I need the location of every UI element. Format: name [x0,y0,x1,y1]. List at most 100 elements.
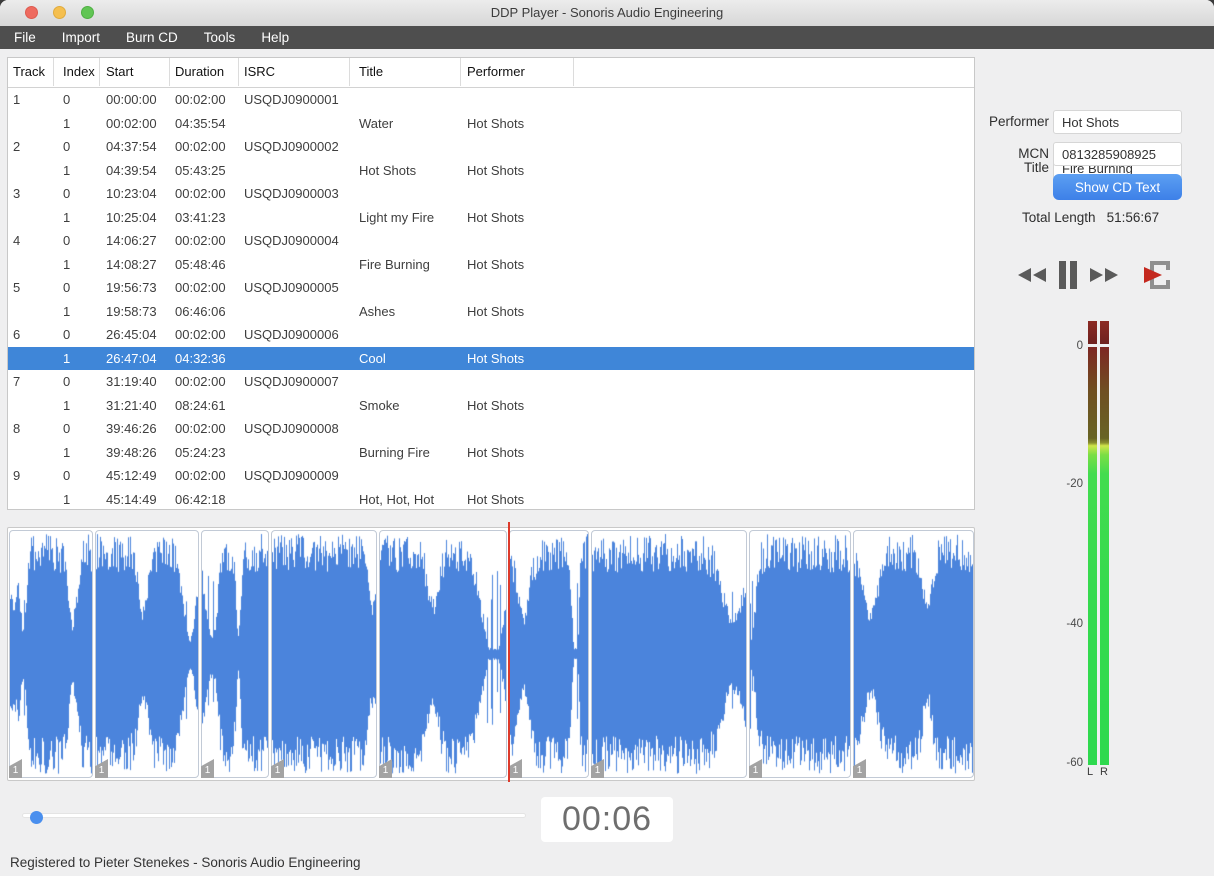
cell-track: 6 [13,327,21,342]
cell-start: 19:58:73 [106,303,157,319]
title-label: Title [1023,160,1049,175]
cell-isrc: USQDJ0900001 [244,92,339,107]
cell-duration: 00:02:00 [175,421,226,436]
cell-performer: Hot Shots [467,256,525,272]
cell-performer: Hot Shots [467,350,525,366]
menubar: File Import Burn CD Tools Help [0,26,1214,49]
cell-duration: 05:24:23 [175,444,226,460]
table-row[interactable]: 5 0 19:56:73 00:02:00 USQDJ0900005 [8,276,974,300]
waveform-track[interactable] [749,530,851,778]
column-header-index[interactable]: Index [63,64,95,79]
rewind-icon [1016,265,1048,285]
table-row[interactable]: 1 39:48:26 05:24:23 Burning Fire Hot Shots [8,441,974,465]
column-separator [238,58,239,86]
table-row[interactable]: 1 04:39:54 05:43:25 Hot Shots Hot Shots [8,159,974,183]
fast-forward-button[interactable] [1088,265,1120,285]
column-header-title[interactable]: Title [359,64,383,79]
table-row[interactable]: 1 45:14:49 06:42:18 Hot, Hot, Hot Hot Shots [8,488,974,512]
cell-index: 0 [63,421,71,436]
waveform-track[interactable] [591,530,747,778]
menu-item-help[interactable]: Help [248,26,302,49]
column-header-track[interactable]: Track [13,64,45,79]
cell-index: 1 [63,256,71,272]
waveform-panel: 111111111 [7,522,975,782]
registration-status: Registered to Pieter Stenekes - Sonoris … [10,855,361,870]
cell-duration: 04:32:36 [175,350,226,366]
column-header-start[interactable]: Start [106,64,133,79]
play-to-marker-icon [1142,255,1178,295]
column-header-duration[interactable]: Duration [175,64,224,79]
waveform-track[interactable] [509,530,589,778]
table-row[interactable]: 1 31:21:40 08:24:61 Smoke Hot Shots [8,394,974,418]
window-title: DDP Player - Sonoris Audio Engineering [490,5,724,20]
cell-start: 45:12:49 [106,468,157,483]
cell-track: 4 [13,233,21,248]
cell-isrc: USQDJ0900004 [244,233,339,248]
level-meter-left [1088,347,1097,765]
menu-item-tools[interactable]: Tools [191,26,249,49]
cell-duration: 06:42:18 [175,491,226,507]
table-row[interactable]: 8 0 39:46:26 00:02:00 USQDJ0900008 [8,417,974,441]
table-row[interactable]: 9 0 45:12:49 00:02:00 USQDJ0900009 [8,464,974,488]
cell-index: 0 [63,186,71,201]
table-row[interactable]: 1 26:47:04 04:32:36 Cool Hot Shots [8,346,974,370]
waveform-track[interactable] [379,530,507,778]
table-row[interactable]: 2 0 04:37:54 00:02:00 USQDJ0900002 [8,135,974,159]
mcn-input[interactable] [1053,142,1182,166]
menu-item-file[interactable]: File [1,26,49,49]
table-row[interactable]: 1 10:25:04 03:41:23 Light my Fire Hot Shots [8,206,974,230]
table-row[interactable]: 3 0 10:23:04 00:02:00 USQDJ0900003 [8,182,974,206]
table-row[interactable]: 1 0 00:00:00 00:02:00 USQDJ0900001 [8,88,974,112]
cell-index: 0 [63,374,71,389]
seek-slider-thumb[interactable] [30,811,44,824]
menu-item-import[interactable]: Import [49,26,113,49]
cell-start: 10:25:04 [106,209,157,225]
cell-start: 00:02:00 [106,115,157,131]
column-header-isrc[interactable]: ISRC [244,64,275,79]
cell-start: 04:37:54 [106,139,157,154]
playhead-cursor[interactable] [508,522,510,782]
cell-index: 1 [63,350,71,366]
waveform-track[interactable] [853,530,974,778]
cell-performer: Hot Shots [467,303,525,319]
cell-title: Light my Fire [359,209,435,225]
cell-index: 1 [63,115,71,131]
table-row[interactable]: 4 0 14:06:27 00:02:00 USQDJ0900004 [8,229,974,253]
cell-performer: Hot Shots [467,444,525,460]
column-separator [53,58,54,86]
waveform-track[interactable] [271,530,377,778]
cell-index: 1 [63,303,71,319]
column-header-performer[interactable]: Performer [467,64,525,79]
cell-track: 3 [13,186,21,201]
table-row[interactable]: 1 14:08:27 05:48:46 Fire Burning Hot Shots [8,253,974,277]
pause-button[interactable] [1059,261,1077,289]
table-row[interactable]: 1 19:58:73 06:46:06 Ashes Hot Shots [8,300,974,324]
cell-index: 0 [63,280,71,295]
show-cd-text-button[interactable]: Show CD Text [1053,174,1182,200]
time-display-value: 00:06 [561,800,653,838]
table-row[interactable]: 7 0 31:19:40 00:02:00 USQDJ0900007 [8,370,974,394]
table-row[interactable]: 6 0 26:45:04 00:02:00 USQDJ0900006 [8,323,974,347]
meter-scale--20: -20 [1066,478,1083,490]
meter-clip-right [1100,321,1109,344]
menu-item-burn-cd[interactable]: Burn CD [113,26,191,49]
waveform-track[interactable] [95,530,199,778]
waveform-track[interactable] [9,530,93,778]
table-row[interactable]: 1 00:02:00 04:35:54 Water Hot Shots [8,112,974,136]
waveform-track[interactable] [201,530,269,778]
play-to-marker-button[interactable] [1142,255,1178,295]
column-separator [349,58,350,86]
total-length-value: 51:56:67 [1106,210,1160,225]
cell-start: 00:00:00 [106,92,157,107]
meter-scale-0: 0 [1076,340,1083,352]
rewind-button[interactable] [1016,265,1048,285]
table-header: Track Index Start Duration ISRC Title Performe… [8,58,974,88]
column-separator [169,58,170,86]
performer-input[interactable] [1053,110,1182,134]
cell-start: 14:08:27 [106,256,157,272]
cell-isrc: USQDJ0900007 [244,374,339,389]
seek-slider-track[interactable] [22,813,526,818]
track-table: Track Index Start Duration ISRC Title Performe… [7,57,975,510]
cell-title: Ashes [359,303,396,319]
cell-duration: 00:02:00 [175,233,226,248]
